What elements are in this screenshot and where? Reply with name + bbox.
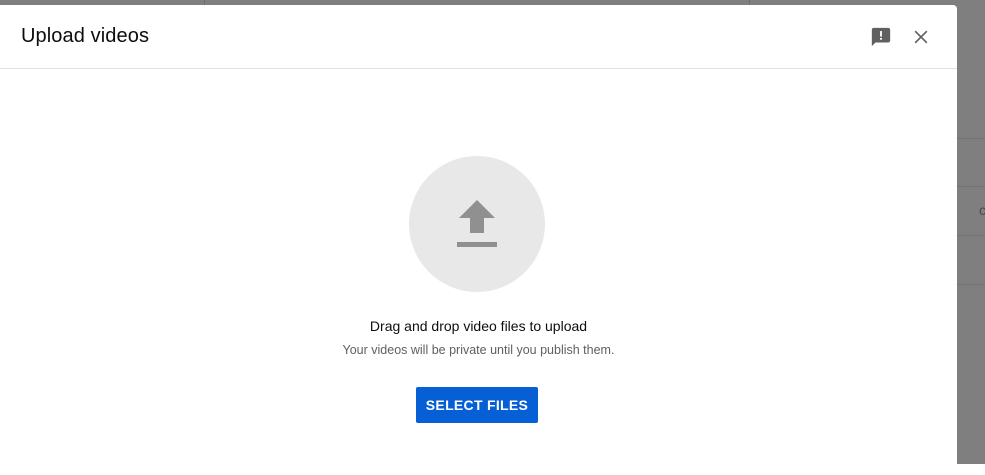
upload-arrow-icon (457, 200, 497, 247)
feedback-icon (871, 27, 891, 47)
background-divider (957, 235, 985, 236)
background-divider (957, 284, 985, 285)
upload-videos-dialog: Upload videos Drag and drop video files … (0, 5, 957, 475)
background-glyph: c (979, 202, 985, 218)
feedback-button[interactable] (866, 22, 896, 52)
dropzone-primary-text: Drag and drop video files to upload (369, 318, 588, 334)
dialog-header: Upload videos (0, 5, 957, 69)
dropzone-secondary-text: Your videos will be private until you pu… (342, 343, 615, 357)
dialog-title: Upload videos (21, 25, 150, 47)
select-files-button[interactable]: SELECT FILES (416, 387, 538, 423)
upload-dropzone[interactable] (409, 156, 545, 292)
close-icon (914, 30, 928, 44)
background-divider (957, 138, 985, 139)
close-button[interactable] (906, 22, 936, 52)
background-divider (957, 186, 985, 187)
